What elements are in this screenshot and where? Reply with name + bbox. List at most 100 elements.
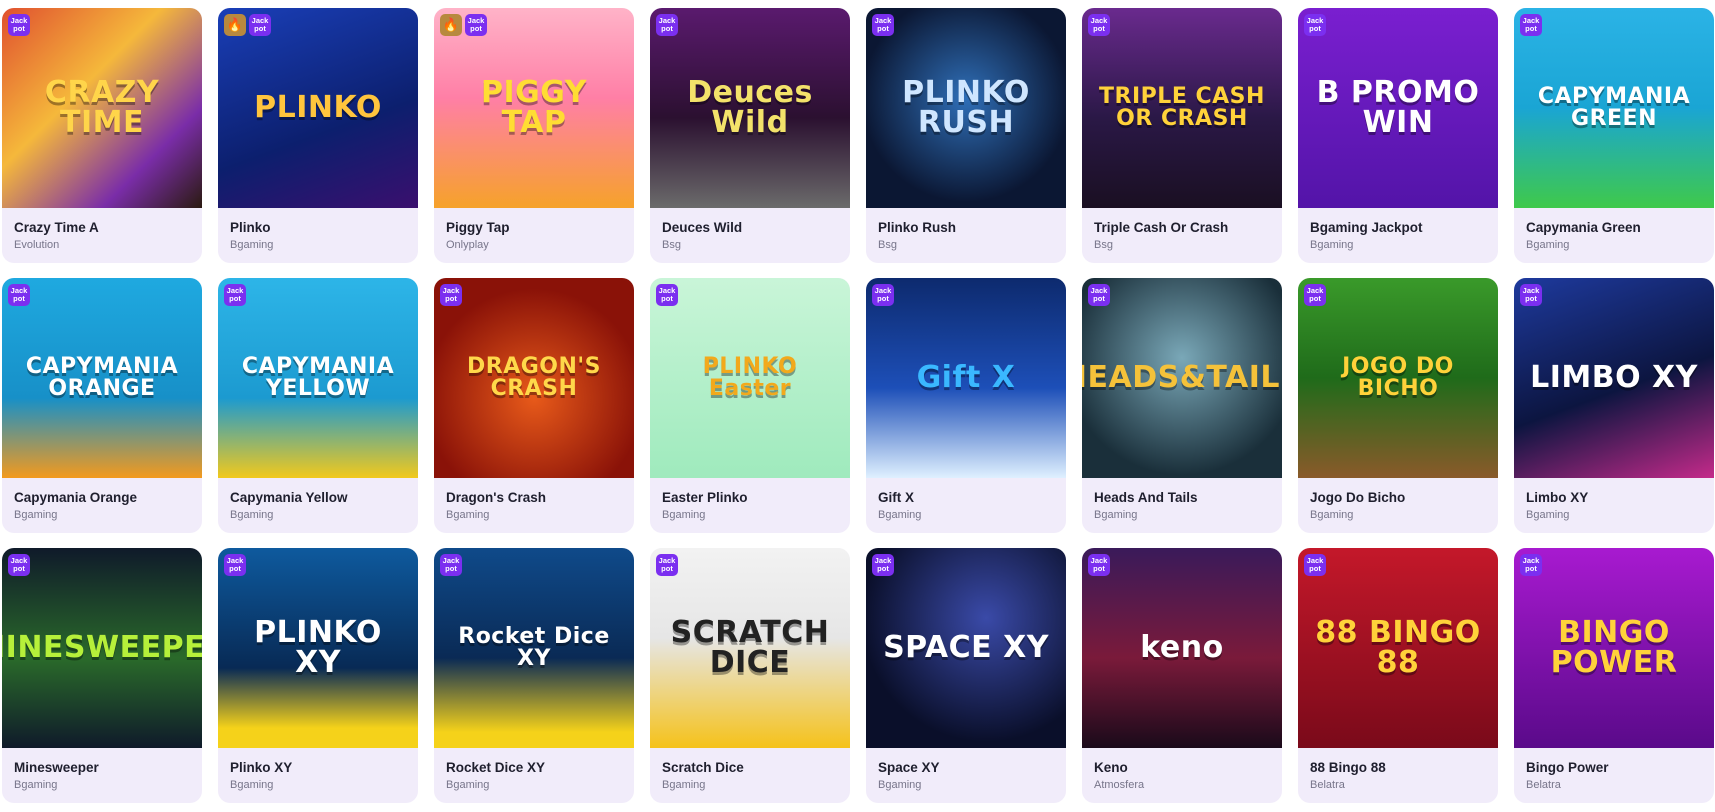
- game-thumbnail[interactable]: PLINKO 🔥 Jack pot: [218, 8, 418, 208]
- game-thumbnail[interactable]: DRAGON'S CRASH Jack pot: [434, 278, 634, 478]
- jackpot-badge: Jack pot: [872, 284, 894, 306]
- badge-group: Jack pot: [1520, 284, 1542, 306]
- game-card[interactable]: BINGO POWER Jack pot Bingo Power Belatra: [1514, 548, 1714, 803]
- game-title[interactable]: Heads And Tails: [1094, 490, 1270, 505]
- game-card[interactable]: Deuces Wild Jack pot Deuces Wild Bsg: [650, 8, 850, 263]
- game-info: Space XY Bgaming: [866, 748, 1066, 791]
- badge-group: Jack pot: [872, 554, 894, 576]
- jackpot-badge: Jack pot: [872, 554, 894, 576]
- game-card[interactable]: DRAGON'S CRASH Jack pot Dragon's Crash Bgam…: [434, 278, 634, 533]
- game-thumbnail[interactable]: MINESWEEPER Jack pot: [2, 548, 202, 748]
- game-card[interactable]: PLINKO XY Jack pot Plinko XY Bgaming: [218, 548, 418, 803]
- game-card[interactable]: Gift X Jack pot Gift X Bgaming: [866, 278, 1066, 533]
- badge-group: Jack pot: [1304, 14, 1326, 36]
- game-thumbnail[interactable]: TRIPLE CASH OR CRASH Jack pot: [1082, 8, 1282, 208]
- game-thumbnail[interactable]: SPACE XY Jack pot: [866, 548, 1066, 748]
- game-card[interactable]: B PROMO WIN Jack pot Bgaming Jackpot Bgamin…: [1298, 8, 1498, 263]
- jackpot-badge: Jack pot: [656, 554, 678, 576]
- game-card[interactable]: SCRATCH DICE Jack pot Scratch Dice Bgaming: [650, 548, 850, 803]
- game-thumbnail[interactable]: Gift X Jack pot: [866, 278, 1066, 478]
- game-card[interactable]: SPACE XY Jack pot Space XY Bgaming: [866, 548, 1066, 803]
- game-title[interactable]: Capymania Orange: [14, 490, 190, 505]
- game-thumbnail[interactable]: CAPYMANIA GREEN Jack pot: [1514, 8, 1714, 208]
- game-title[interactable]: Gift X: [878, 490, 1054, 505]
- game-title[interactable]: Scratch Dice: [662, 760, 838, 775]
- game-title[interactable]: Bgaming Jackpot: [1310, 220, 1486, 235]
- game-title[interactable]: Minesweeper: [14, 760, 190, 775]
- game-title[interactable]: Bingo Power: [1526, 760, 1702, 775]
- game-thumbnail[interactable]: 88 BINGO 88 Jack pot: [1298, 548, 1498, 748]
- game-thumbnail[interactable]: BINGO POWER Jack pot: [1514, 548, 1714, 748]
- game-title[interactable]: Jogo Do Bicho: [1310, 490, 1486, 505]
- game-card[interactable]: TRIPLE CASH OR CRASH Jack pot Triple Cash …: [1082, 8, 1282, 263]
- game-logo-art: PLINKO Easter: [702, 354, 798, 401]
- game-title[interactable]: Crazy Time A: [14, 220, 190, 235]
- game-info: Dragon's Crash Bgaming: [434, 478, 634, 521]
- game-card[interactable]: PLINKO 🔥 Jack pot Plinko Bgaming: [218, 8, 418, 263]
- game-card[interactable]: Rocket Dice XY Jack pot Rocket Dice XY Bgam…: [434, 548, 634, 803]
- game-card[interactable]: PLINKO RUSH Jack pot Plinko Rush Bsg: [866, 8, 1066, 263]
- game-title[interactable]: Triple Cash Or Crash: [1094, 220, 1270, 235]
- game-thumbnail[interactable]: PIGGY TAP 🔥 Jack pot: [434, 8, 634, 208]
- game-info: Capymania Yellow Bgaming: [218, 478, 418, 521]
- game-logo-art: PLINKO XY: [254, 615, 382, 680]
- game-card[interactable]: CRAZY TIME Jack pot Crazy Time A Evolution: [2, 8, 202, 263]
- game-logo-art: PLINKO: [254, 90, 382, 125]
- game-thumbnail[interactable]: PLINKO Easter Jack pot: [650, 278, 850, 478]
- game-provider: Bgaming: [1526, 509, 1570, 521]
- game-card[interactable]: HEADS&TAILS Jack pot Heads And Tails Bgamin…: [1082, 278, 1282, 533]
- game-provider: Bsg: [1094, 239, 1113, 251]
- badge-group: 🔥 Jack pot: [224, 14, 271, 36]
- game-title[interactable]: Limbo XY: [1526, 490, 1702, 505]
- game-logo-art: CAPYMANIA YELLOW: [241, 354, 395, 401]
- game-card[interactable]: CAPYMANIA ORANGE Jack pot Capymania Orange…: [2, 278, 202, 533]
- game-title[interactable]: Plinko: [230, 220, 406, 235]
- game-thumbnail[interactable]: JOGO DO BICHO Jack pot: [1298, 278, 1498, 478]
- game-card[interactable]: JOGO DO BICHO Jack pot Jogo Do Bicho Bgamin…: [1298, 278, 1498, 533]
- game-thumbnail[interactable]: CAPYMANIA ORANGE Jack pot: [2, 278, 202, 478]
- game-logo-art: HEADS&TAILS: [1082, 360, 1282, 395]
- game-card[interactable]: CAPYMANIA YELLOW Jack pot Capymania Yellow…: [218, 278, 418, 533]
- game-info: Crazy Time A Evolution: [2, 208, 202, 251]
- game-thumbnail[interactable]: HEADS&TAILS Jack pot: [1082, 278, 1282, 478]
- game-thumbnail[interactable]: Rocket Dice XY Jack pot: [434, 548, 634, 748]
- game-title[interactable]: Easter Plinko: [662, 490, 838, 505]
- game-card[interactable]: PIGGY TAP 🔥 Jack pot Piggy Tap Onlyplay: [434, 8, 634, 263]
- game-title[interactable]: 88 Bingo 88: [1310, 760, 1486, 775]
- game-thumbnail[interactable]: keno Jack pot: [1082, 548, 1282, 748]
- game-thumbnail[interactable]: CRAZY TIME Jack pot: [2, 8, 202, 208]
- game-provider: Bgaming: [230, 239, 274, 251]
- game-info: Triple Cash Or Crash Bsg: [1082, 208, 1282, 251]
- game-thumbnail[interactable]: B PROMO WIN Jack pot: [1298, 8, 1498, 208]
- game-card[interactable]: CAPYMANIA GREEN Jack pot Capymania Green Bg…: [1514, 8, 1714, 263]
- game-provider: Evolution: [14, 239, 60, 251]
- game-title[interactable]: Piggy Tap: [446, 220, 622, 235]
- badge-group: 🔥 Jack pot: [440, 14, 487, 36]
- game-info: Bgaming Jackpot Bgaming: [1298, 208, 1498, 251]
- game-title[interactable]: Keno: [1094, 760, 1270, 775]
- game-card[interactable]: PLINKO Easter Jack pot Easter Plinko Bgamin…: [650, 278, 850, 533]
- game-thumbnail[interactable]: PLINKO XY Jack pot: [218, 548, 418, 748]
- game-provider: Bgaming: [14, 779, 58, 791]
- game-title[interactable]: Capymania Yellow: [230, 490, 406, 505]
- game-thumbnail[interactable]: Deuces Wild Jack pot: [650, 8, 850, 208]
- jackpot-badge: Jack pot: [1088, 14, 1110, 36]
- jackpot-badge: Jack pot: [1088, 284, 1110, 306]
- game-title[interactable]: Capymania Green: [1526, 220, 1702, 235]
- game-card[interactable]: keno Jack pot Keno Atmosfera: [1082, 548, 1282, 803]
- game-provider: Bgaming: [662, 779, 706, 791]
- game-card[interactable]: MINESWEEPER Jack pot Minesweeper Bgaming: [2, 548, 202, 803]
- game-thumbnail[interactable]: PLINKO RUSH Jack pot: [866, 8, 1066, 208]
- game-title[interactable]: Space XY: [878, 760, 1054, 775]
- game-title[interactable]: Plinko Rush: [878, 220, 1054, 235]
- game-card[interactable]: LIMBO XY Jack pot Limbo XY Bgaming: [1514, 278, 1714, 533]
- game-thumbnail[interactable]: CAPYMANIA YELLOW Jack pot: [218, 278, 418, 478]
- game-thumbnail[interactable]: SCRATCH DICE Jack pot: [650, 548, 850, 748]
- game-title[interactable]: Plinko XY: [230, 760, 406, 775]
- badge-group: Jack pot: [872, 284, 894, 306]
- game-title[interactable]: Rocket Dice XY: [446, 760, 622, 775]
- game-title[interactable]: Dragon's Crash: [446, 490, 622, 505]
- game-title[interactable]: Deuces Wild: [662, 220, 838, 235]
- game-card[interactable]: 88 BINGO 88 Jack pot 88 Bingo 88 Belatra: [1298, 548, 1498, 803]
- game-thumbnail[interactable]: LIMBO XY Jack pot: [1514, 278, 1714, 478]
